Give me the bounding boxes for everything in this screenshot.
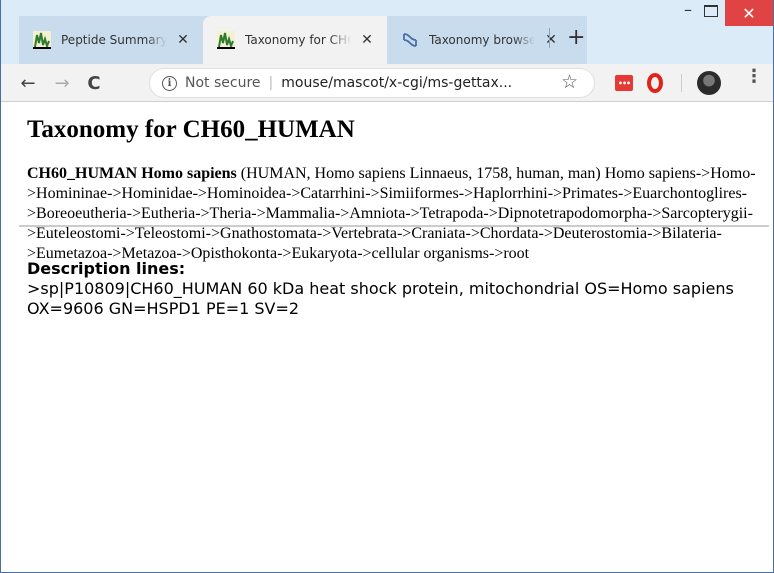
tab-title: Peptide Summary	[61, 33, 167, 47]
tab-title: Taxonomy browser	[429, 33, 535, 47]
minimize-button[interactable]: –	[673, 0, 703, 26]
back-button[interactable]: ←	[15, 70, 41, 96]
browser-window: Peptide Summary ✕ Taxonomy for CH60_HUMA…	[0, 0, 774, 573]
page-title: Taxonomy for CH60_HUMAN	[27, 116, 355, 143]
profile-avatar[interactable]	[697, 71, 721, 95]
menu-icon[interactable]: ⋮	[745, 68, 763, 86]
window-close-button[interactable]: ✕	[725, 0, 773, 26]
tab-taxonomy-browser[interactable]: Taxonomy browser ✕	[387, 16, 587, 64]
divider	[19, 225, 769, 227]
new-tab-button[interactable]: +	[567, 27, 585, 49]
tab-title: Taxonomy for CH60_HUMAN	[245, 33, 351, 47]
page-content: Taxonomy for CH60_HUMAN CH60_HUMAN Homo …	[1, 103, 773, 571]
close-icon[interactable]: ✕	[543, 32, 559, 48]
tab-taxonomy[interactable]: Taxonomy for CH60_HUMAN ✕	[203, 16, 403, 64]
bookmark-star-icon[interactable]: ☆	[561, 71, 578, 93]
address-bar[interactable]: i Not secure | mouse/mascot/x-cgi/ms-get…	[149, 68, 595, 98]
description-text: >sp|P10809|CH60_HUMAN 60 kDa heat shock …	[27, 279, 734, 318]
browser-toolbar: ← → C i Not secure | mouse/mascot/x-cgi/…	[1, 64, 773, 102]
tab-separator	[549, 28, 550, 48]
mascot-logo-icon	[33, 31, 51, 49]
url-text[interactable]: mouse/mascot/x-cgi/ms-gettax...	[281, 75, 512, 91]
ncbi-logo-icon	[403, 33, 417, 47]
description-block: Description lines: >sp|P10809|CH60_HUMAN…	[27, 259, 747, 319]
adblock-extension-icon[interactable]	[647, 73, 663, 93]
close-icon[interactable]: ✕	[175, 32, 191, 48]
taxonomy-block: CH60_HUMAN Homo sapiens (HUMAN, Homo sap…	[27, 164, 759, 264]
maximize-button[interactable]	[704, 5, 718, 17]
forward-button[interactable]: →	[49, 70, 75, 96]
omnibox-divider: |	[268, 75, 274, 91]
extension-icon[interactable]: •••	[615, 75, 633, 91]
security-label: Not secure	[185, 75, 261, 91]
close-icon[interactable]: ✕	[359, 32, 375, 48]
tab-peptide-summary[interactable]: Peptide Summary ✕	[19, 16, 219, 64]
entry-name: CH60_HUMAN Homo sapiens	[27, 165, 237, 182]
tab-strip: Peptide Summary ✕ Taxonomy for CH60_HUMA…	[1, 0, 773, 64]
entry-meta: (HUMAN, Homo sapiens Linnaeus, 1758, hum…	[236, 165, 601, 182]
toolbar-separator	[681, 74, 682, 92]
reload-button[interactable]: C	[81, 70, 107, 96]
mascot-logo-icon	[217, 31, 235, 49]
info-icon[interactable]: i	[162, 75, 177, 91]
description-label: Description lines:	[27, 259, 186, 278]
